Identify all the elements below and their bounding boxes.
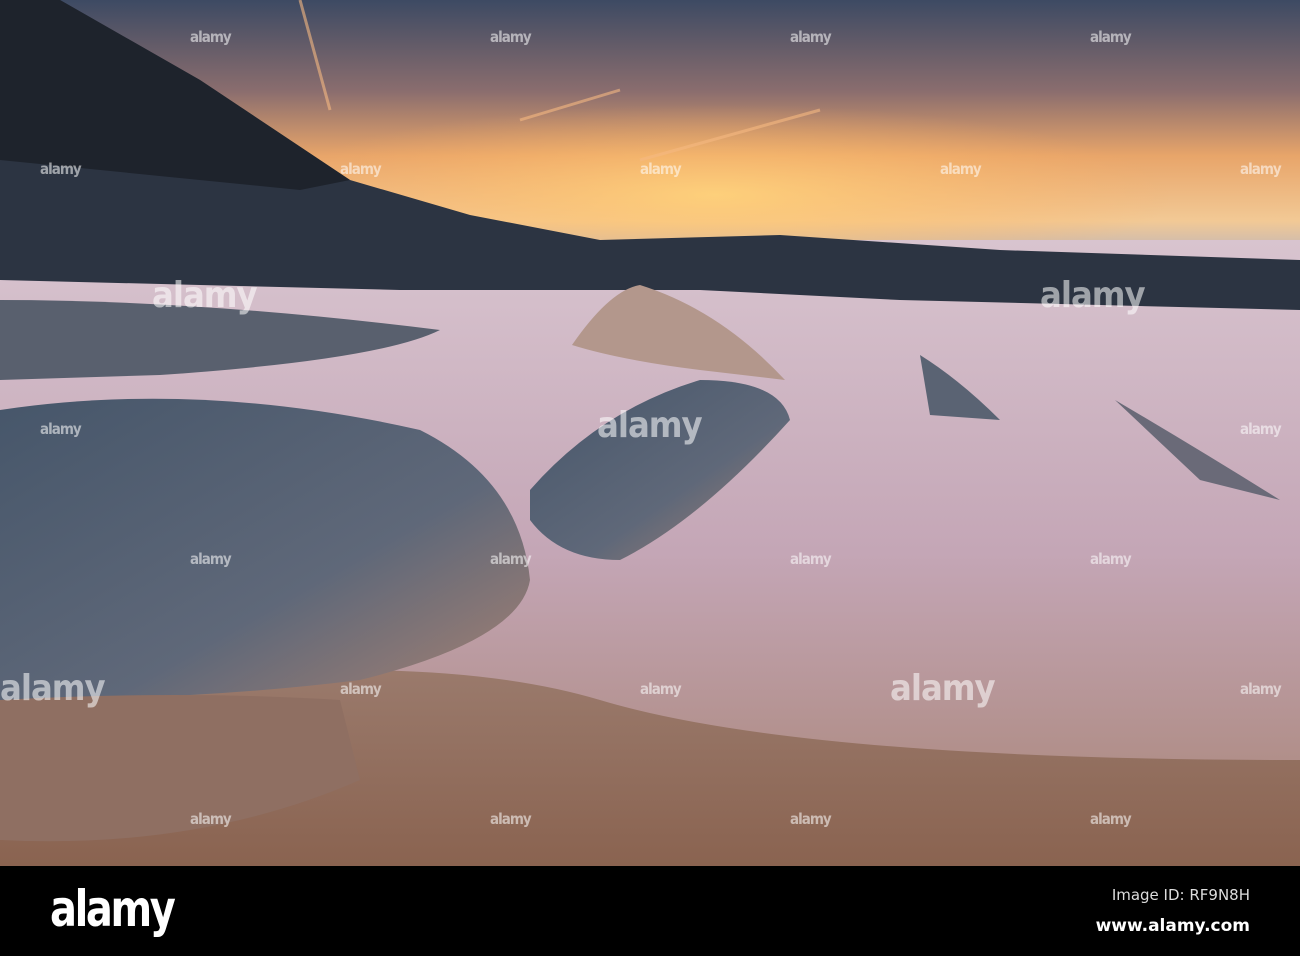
watermark: alamy (190, 550, 232, 568)
image-id: Image ID: RF9N8H (1111, 886, 1250, 904)
watermark: alamy (1090, 550, 1132, 568)
watermark: alamy (340, 160, 382, 178)
stock-photo-page: alamy alamy alamy alamy alamy alamy alam… (0, 0, 1300, 956)
watermark: alamy (0, 668, 106, 709)
watermark: alamy (790, 28, 832, 46)
watermark: alamy (490, 810, 532, 828)
watermark: alamy (890, 668, 996, 709)
alamy-logo: alamy (50, 880, 176, 938)
watermark: alamy (340, 680, 382, 698)
watermark: alamy (490, 28, 532, 46)
footer-bar: alamy Image ID: RF9N8H www.alamy.com (0, 866, 1300, 956)
watermark: alamy (1090, 810, 1132, 828)
watermark: alamy (790, 810, 832, 828)
watermark: alamy (640, 680, 682, 698)
watermark: alamy (1040, 275, 1146, 316)
watermark: alamy (40, 160, 82, 178)
watermark: alamy (1090, 28, 1132, 46)
watermark: alamy (152, 275, 258, 316)
watermark: alamy (1240, 420, 1282, 438)
watermark: alamy (597, 405, 703, 446)
watermark: alamy (1240, 160, 1282, 178)
watermark: alamy (190, 28, 232, 46)
watermark: alamy (1240, 680, 1282, 698)
watermark: alamy (790, 550, 832, 568)
watermark: alamy (40, 420, 82, 438)
watermark: alamy (490, 550, 532, 568)
website-link[interactable]: www.alamy.com (1096, 916, 1250, 936)
watermark: alamy (640, 160, 682, 178)
watermark: alamy (190, 810, 232, 828)
watermark: alamy (940, 160, 982, 178)
